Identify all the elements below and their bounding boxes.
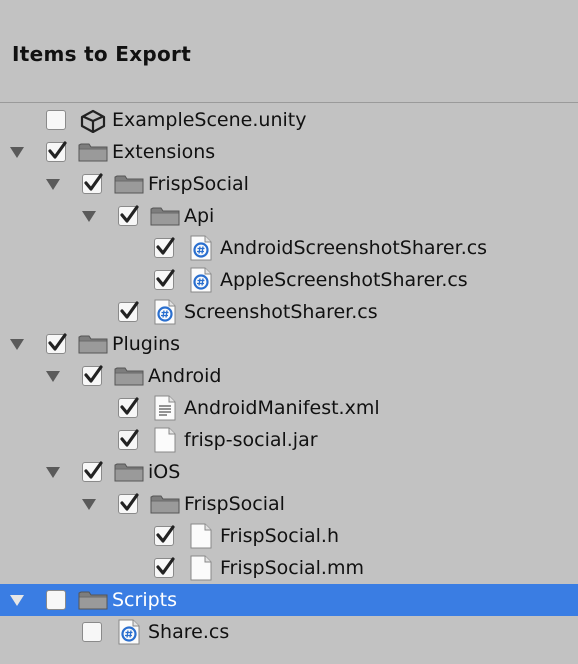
folder-icon xyxy=(78,589,108,613)
text-file-icon xyxy=(153,395,183,421)
export-panel-header: Items to Export xyxy=(0,0,578,103)
include-checkbox[interactable] xyxy=(118,429,139,450)
include-checkbox[interactable] xyxy=(46,590,66,610)
tree-item-label: Scripts xyxy=(112,589,178,611)
expand-arrow-icon[interactable] xyxy=(10,147,24,158)
tree-item-label: Plugins xyxy=(112,333,181,355)
tree-item-label: Android xyxy=(148,365,222,387)
tree-row-ios[interactable]: iOS xyxy=(0,456,578,488)
include-checkbox[interactable] xyxy=(82,365,103,386)
tree-row-android[interactable]: Android xyxy=(0,360,578,392)
unity-icon xyxy=(78,109,108,133)
include-checkbox[interactable] xyxy=(118,205,139,226)
tree-item-label: Share.cs xyxy=(148,621,230,643)
tree-item-label: AndroidManifest.xml xyxy=(184,397,380,419)
file-icon xyxy=(153,427,183,453)
expand-arrow-icon[interactable] xyxy=(46,467,60,478)
tree-row-examplescene-unity[interactable]: ExampleScene.unity xyxy=(0,104,578,136)
include-checkbox[interactable] xyxy=(82,461,103,482)
folder-icon xyxy=(114,173,144,197)
csharp-file-icon xyxy=(117,619,147,645)
tree-item-label: Api xyxy=(184,205,215,227)
tree-row-api[interactable]: Api xyxy=(0,200,578,232)
csharp-file-icon xyxy=(153,299,183,325)
tree-row-frispsocial[interactable]: FrispSocial xyxy=(0,488,578,520)
tree-row-frispsocial-mm[interactable]: FrispSocial.mm xyxy=(0,552,578,584)
include-checkbox[interactable] xyxy=(154,269,175,290)
include-checkbox[interactable] xyxy=(46,110,66,130)
folder-icon xyxy=(114,365,144,389)
tree-row-androidmanifest-xml[interactable]: AndroidManifest.xml xyxy=(0,392,578,424)
expand-arrow-icon[interactable] xyxy=(46,371,60,382)
include-checkbox[interactable] xyxy=(154,237,175,258)
file-icon xyxy=(189,555,219,581)
folder-icon xyxy=(150,205,180,229)
expand-arrow-icon[interactable] xyxy=(46,179,60,190)
expand-arrow-icon[interactable] xyxy=(10,339,24,350)
tree-item-label: FrispSocial.h xyxy=(220,525,340,547)
tree-item-label: iOS xyxy=(148,461,181,483)
folder-icon xyxy=(150,493,180,517)
tree-item-label: ScreenshotSharer.cs xyxy=(184,301,378,323)
include-checkbox[interactable] xyxy=(118,397,139,418)
csharp-file-icon xyxy=(189,235,219,261)
tree-row-screenshotsharer-cs[interactable]: ScreenshotSharer.cs xyxy=(0,296,578,328)
tree-item-label: FrispSocial.mm xyxy=(220,557,364,579)
include-checkbox[interactable] xyxy=(46,141,67,162)
tree-item-label: FrispSocial xyxy=(148,173,249,195)
tree-row-share-cs[interactable]: Share.cs xyxy=(0,616,578,648)
tree-item-label: FrispSocial xyxy=(184,493,285,515)
include-checkbox[interactable] xyxy=(82,622,102,642)
tree-row-frispsocial[interactable]: FrispSocial xyxy=(0,168,578,200)
tree-row-androidscreenshotsharer-cs[interactable]: AndroidScreenshotSharer.cs xyxy=(0,232,578,264)
folder-icon xyxy=(114,461,144,485)
tree-row-extensions[interactable]: Extensions xyxy=(0,136,578,168)
csharp-file-icon xyxy=(189,267,219,293)
include-checkbox[interactable] xyxy=(118,301,139,322)
include-checkbox[interactable] xyxy=(118,493,139,514)
folder-icon xyxy=(78,141,108,165)
file-icon xyxy=(189,523,219,549)
include-checkbox[interactable] xyxy=(154,557,175,578)
tree-row-frispsocial-h[interactable]: FrispSocial.h xyxy=(0,520,578,552)
tree-item-label: AppleScreenshotSharer.cs xyxy=(220,269,468,291)
panel-title: Items to Export xyxy=(12,42,192,66)
tree-item-label: frisp-social.jar xyxy=(184,429,318,451)
include-checkbox[interactable] xyxy=(82,173,103,194)
expand-arrow-icon[interactable] xyxy=(10,595,24,606)
tree-item-label: ExampleScene.unity xyxy=(112,109,307,131)
tree-row-plugins[interactable]: Plugins xyxy=(0,328,578,360)
folder-icon xyxy=(78,333,108,357)
tree-row-frisp-social-jar[interactable]: frisp-social.jar xyxy=(0,424,578,456)
tree-item-label: AndroidScreenshotSharer.cs xyxy=(220,237,488,259)
export-tree: ExampleScene.unity Extensions FrispSocial A… xyxy=(0,104,578,648)
include-checkbox[interactable] xyxy=(46,333,67,354)
tree-item-label: Extensions xyxy=(112,141,216,163)
expand-arrow-icon[interactable] xyxy=(82,211,96,222)
tree-row-applescreenshotsharer-cs[interactable]: AppleScreenshotSharer.cs xyxy=(0,264,578,296)
expand-arrow-icon[interactable] xyxy=(82,499,96,510)
include-checkbox[interactable] xyxy=(154,525,175,546)
tree-row-scripts[interactable]: Scripts xyxy=(0,584,578,616)
